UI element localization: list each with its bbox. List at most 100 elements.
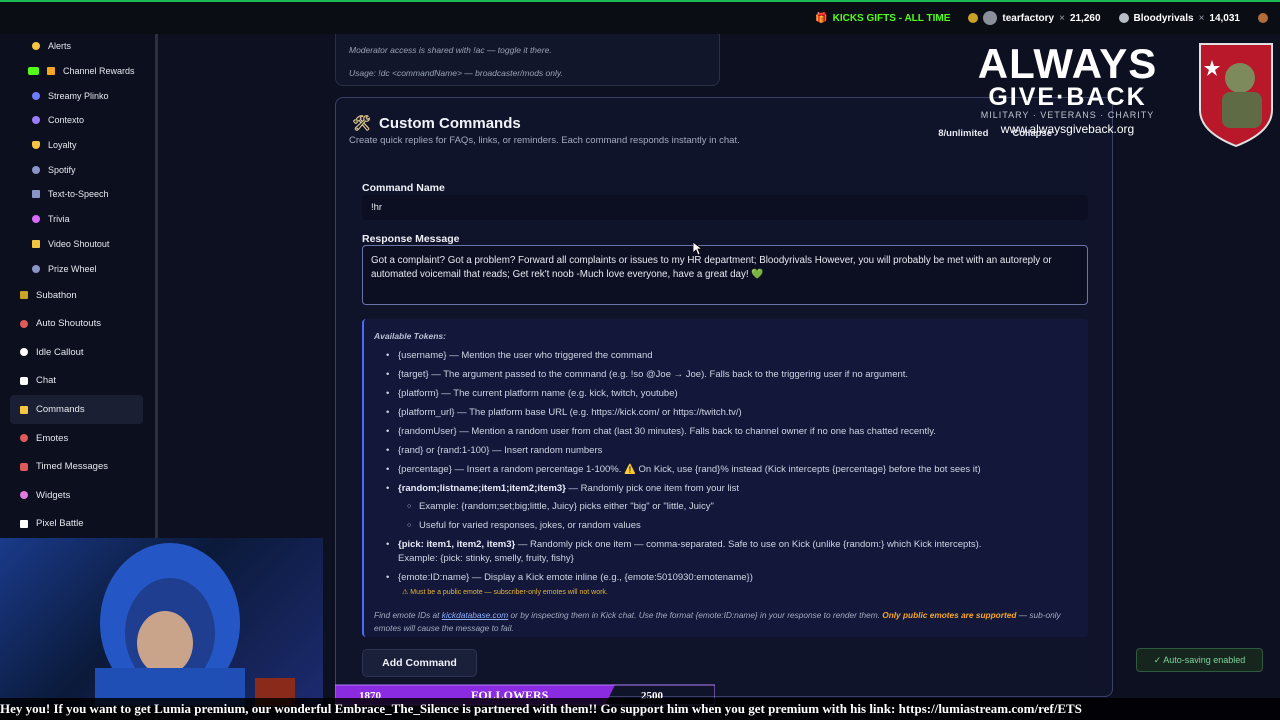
logo-line1: ALWAYS <box>977 40 1158 87</box>
sidebar-item-label: Subathon <box>36 289 77 301</box>
sidebar-item-trivia[interactable]: Trivia <box>0 207 155 232</box>
custom-commands-card: 🛠 Custom Commands Create quick replies f… <box>335 97 1113 697</box>
emote-warning: ⚠ Must be a public emote — subscriber-on… <box>374 587 1078 599</box>
sidebar-item-label: Loyalty <box>48 140 77 151</box>
leader-second: Bloodyrivals × 14,031 <box>1118 12 1240 24</box>
avatar <box>983 11 998 25</box>
sidebar-item-spotify[interactable]: Spotify <box>0 157 155 182</box>
trivia-icon <box>32 215 40 224</box>
token-item: {random;listname;item1;item2;item3} — Ra… <box>374 479 1078 498</box>
music-icon <box>32 165 40 174</box>
tokens-heading: Available Tokens: <box>374 331 446 341</box>
swords-icon <box>20 519 28 528</box>
token-desc: — Randomly pick one item — comma-separat… <box>515 539 982 550</box>
token-code: {random;listname;item1;item2;item3} <box>398 483 566 494</box>
leader-name: tearfactory <box>1002 12 1055 24</box>
token-subitem: Useful for varied responses, jokes, or r… <box>374 517 1078 536</box>
usage-note: Usage: !dc <commandName> — broadcaster/m… <box>349 68 563 78</box>
silver-medal-icon <box>1118 13 1129 23</box>
sidebar-item-label: Auto Shoutouts <box>36 318 101 330</box>
footnote-emphasis: Only public emotes are supported <box>882 610 1017 620</box>
sidebar-item-label: Prize Wheel <box>48 263 97 274</box>
sidebar-item-commands[interactable]: Commands <box>10 395 143 424</box>
multiply-icon: × <box>1198 12 1205 24</box>
command-name-label: Command Name <box>362 182 445 194</box>
sidebar-item-timed-messages[interactable]: Timed Messages <box>0 452 155 481</box>
sidebar-item-label: Idle Callout <box>36 346 84 358</box>
contexto-icon <box>32 116 40 125</box>
soldier-badge-icon <box>1199 43 1273 148</box>
sidebar-item-channel-rewards[interactable]: Channel Rewards <box>0 59 155 84</box>
token-item: {pick: item1, item2, item3} — Randomly p… <box>374 535 1078 554</box>
hourglass-icon <box>20 291 28 300</box>
kickdatabase-link[interactable]: kickdatabase.com <box>442 610 508 620</box>
token-item: {target} — The argument passed to the co… <box>374 365 1078 384</box>
gifts-header: 🎁 KICKS GIFTS - ALL TIME <box>815 13 950 24</box>
shield-icon <box>32 141 40 150</box>
token-item: {randomUser} — Mention a random user fro… <box>374 422 1078 441</box>
token-item: {emote:ID:name} — Display a Kick emote i… <box>374 568 1078 587</box>
plinko-icon <box>32 91 40 100</box>
response-message-label: Response Message <box>362 233 460 245</box>
sidebar-item-text-to-speech[interactable]: Text-to-Speech <box>0 182 155 207</box>
logo-line3: MILITARY · VETERANS · CHARITY <box>980 110 1155 120</box>
sidebar-item-streamy-plinko[interactable]: Streamy Plinko <box>0 83 155 108</box>
footnote-text: or by inspecting them in Kick chat. Use … <box>508 610 883 620</box>
sidebar-item-label: Channel Rewards <box>63 66 135 77</box>
leader-first: tearfactory × 21,260 <box>968 11 1101 25</box>
sidebar-item-idle-callout[interactable]: Idle Callout <box>0 338 155 367</box>
stream-topbar: 🎁 KICKS GIFTS - ALL TIME tearfactory × 2… <box>0 0 1280 34</box>
sidebar-item-emotes[interactable]: Emotes <box>0 424 155 453</box>
sidebar-item-contexto[interactable]: Contexto <box>0 108 155 133</box>
leader-count: 21,260 <box>1069 12 1101 24</box>
autosave-status: ✓ Auto-saving enabled <box>1136 648 1263 672</box>
sidebar-item-widgets[interactable]: Widgets <box>0 481 155 510</box>
sidebar-item-label: Spotify <box>48 164 76 175</box>
webcam-feed <box>0 538 323 706</box>
sidebar-item-label: Commands <box>36 404 85 416</box>
token-code: {pick: item1, item2, item3} <box>398 539 516 550</box>
command-name-input[interactable]: !hr <box>362 195 1088 220</box>
leader-name: Bloodyrivals <box>1133 12 1194 24</box>
warning-icon: ⚠ <box>402 589 409 596</box>
sidebar-item-label: Emotes <box>36 432 69 444</box>
sidebar-item-loyalty[interactable]: Loyalty <box>0 133 155 158</box>
emote-footnote: Find emote IDs at kickdatabase.com or by… <box>374 609 1078 634</box>
sidebar-item-auto-shoutouts[interactable]: Auto Shoutouts <box>0 309 155 338</box>
sidebar-item-label: Widgets <box>36 489 71 501</box>
sidebar-item-label: Timed Messages <box>36 461 108 473</box>
available-tokens-panel: Available Tokens: {username} — Mention t… <box>362 319 1088 637</box>
sidebar-item-subathon[interactable]: Subathon <box>0 281 155 310</box>
bolt-icon <box>20 405 28 414</box>
card-title: 🛠 Custom Commands <box>352 114 521 133</box>
token-item: {platform} — The current platform name (… <box>374 384 1078 403</box>
sidebar-item-pixel-battle[interactable]: Pixel Battle <box>0 510 155 539</box>
token-subitem: Example: {random;set;big;little, Juicy} … <box>374 498 1078 517</box>
add-command-button[interactable]: Add Command <box>362 649 477 677</box>
response-message-textarea[interactable]: Got a complaint? Got a problem? Forward … <box>362 245 1088 305</box>
token-desc: — Randomly pick one item from your list <box>565 483 740 494</box>
gifts-label: KICKS GIFTS - ALL TIME <box>832 12 951 24</box>
sidebar-item-video-shoutout[interactable]: Video Shoutout <box>0 232 155 257</box>
chat-icon <box>20 376 28 385</box>
logo-url: www.alwaysgiveback.org <box>1000 122 1135 136</box>
sidebar-item-label: Pixel Battle <box>36 518 84 530</box>
sidebar-item-label: Video Shoutout <box>48 238 110 249</box>
token-item: {rand} or {rand:1-100} — Insert random n… <box>374 441 1078 460</box>
sidebar-item-chat[interactable]: Chat <box>0 367 155 396</box>
token-item: {platform_url} — The platform base URL (… <box>374 403 1078 422</box>
mouse-cursor-icon <box>693 242 703 256</box>
card-subtitle: Create quick replies for FAQs, links, or… <box>349 135 740 146</box>
sidebar-item-label: Chat <box>36 375 57 387</box>
leader-count: 14,031 <box>1209 12 1240 24</box>
emote-warning-text: Must be a public emote — subscriber-only… <box>410 589 608 596</box>
sidebar-item-label: Alerts <box>48 41 72 52</box>
multiply-icon: × <box>1059 12 1065 24</box>
timer-icon <box>20 462 28 471</box>
sidebar-item-alerts[interactable]: Alerts <box>0 34 155 59</box>
speaker-icon <box>32 190 40 199</box>
smile-icon <box>20 434 28 443</box>
sidebar-item-prize-wheel[interactable]: Prize Wheel <box>0 256 155 281</box>
bronze-medal-icon <box>1258 13 1268 23</box>
always-give-back-logo: ALWAYS GIVE·BACK MILITARY · VETERANS · C… <box>960 40 1175 137</box>
